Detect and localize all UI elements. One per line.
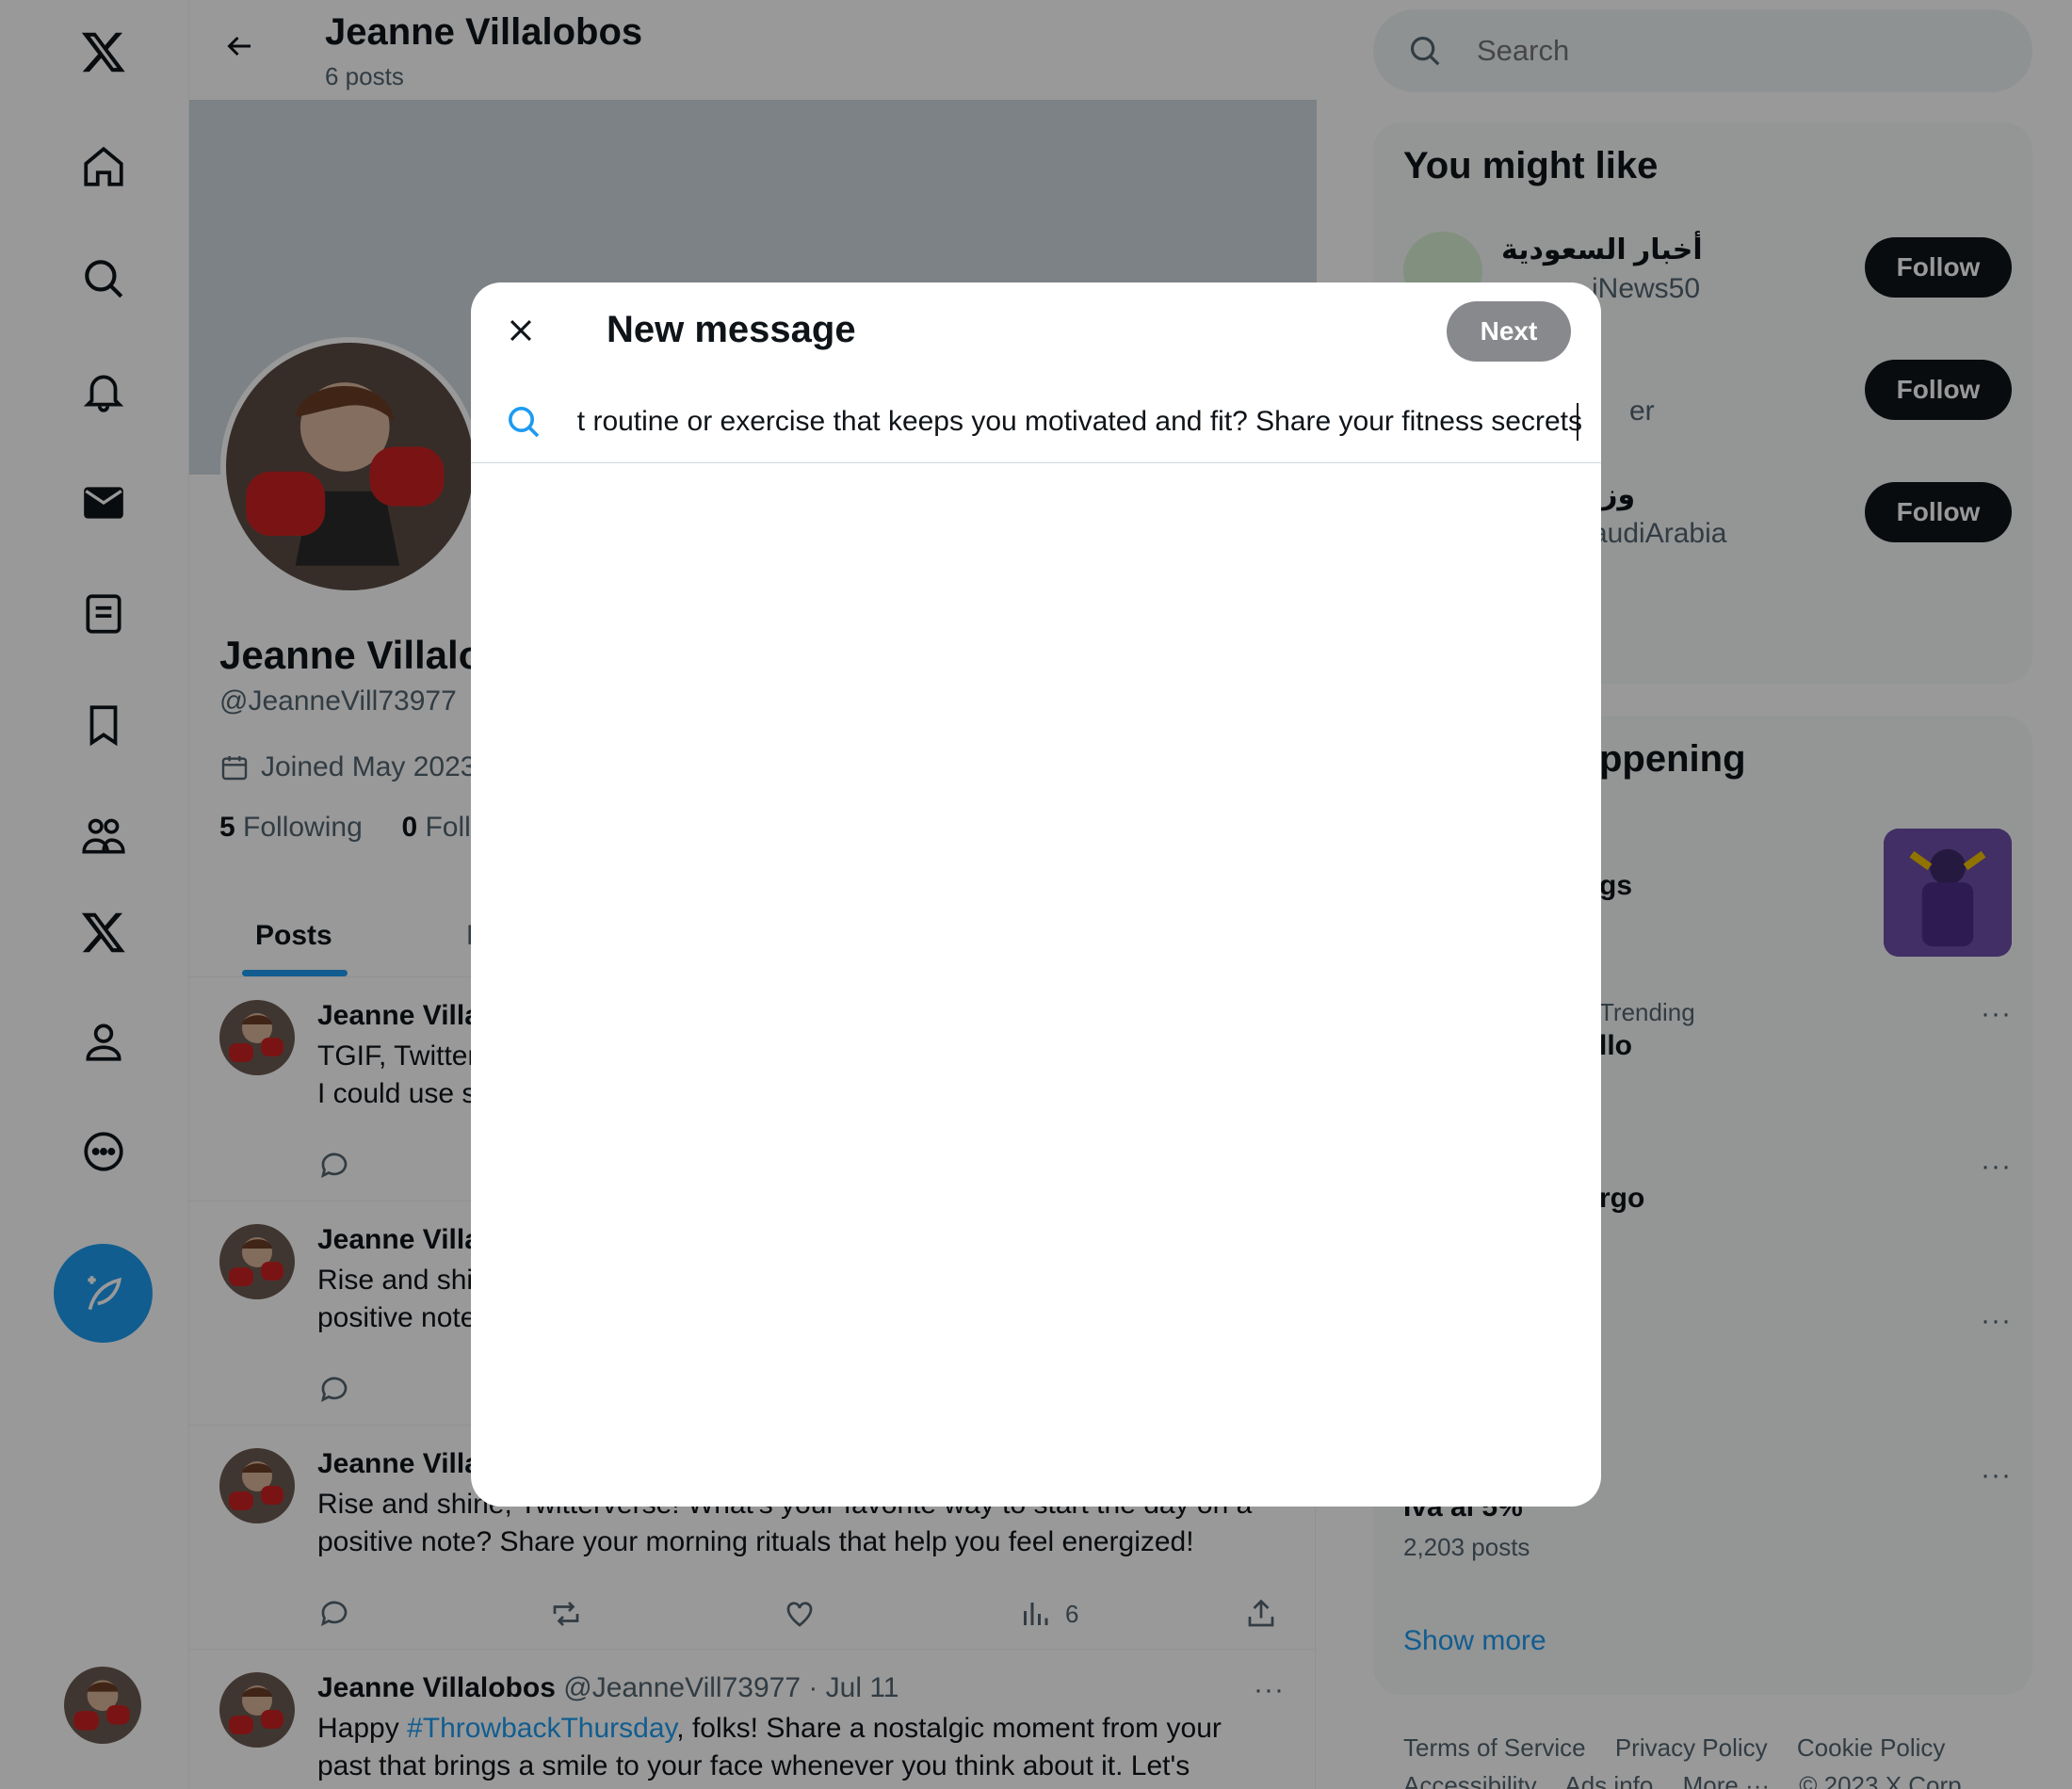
people-search-input[interactable] — [576, 397, 1582, 446]
new-message-dialog: New message Next — [471, 282, 1601, 1507]
people-search — [471, 386, 1601, 463]
search-icon — [509, 407, 540, 438]
close-button[interactable] — [492, 301, 550, 360]
close-icon — [510, 319, 532, 342]
text-caret — [1577, 403, 1578, 441]
dialog-title: New message — [607, 309, 856, 350]
next-button[interactable]: Next — [1447, 301, 1571, 362]
